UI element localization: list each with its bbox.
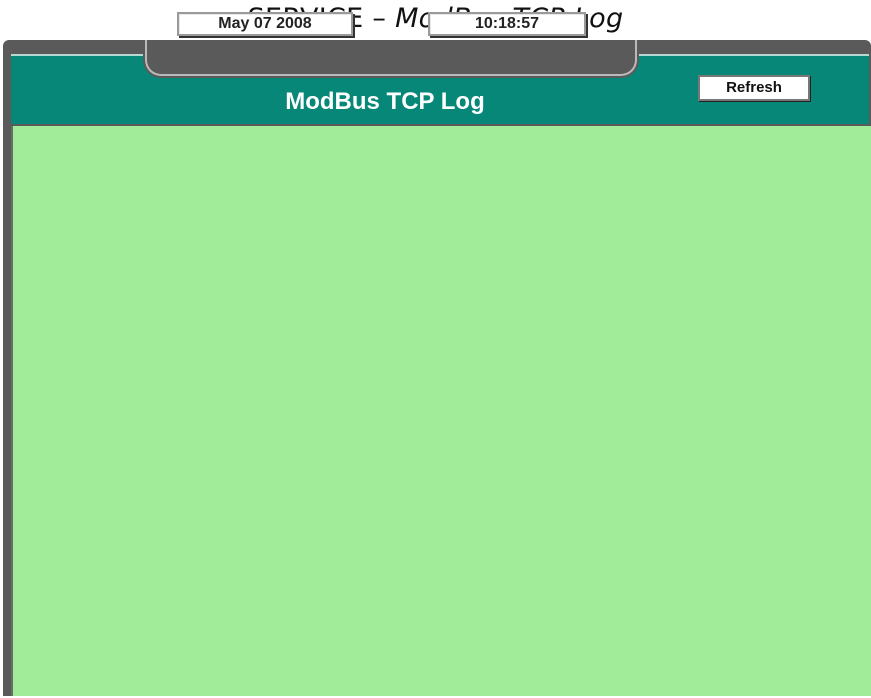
log-area	[11, 126, 871, 696]
refresh-button[interactable]: Refresh	[698, 75, 810, 101]
date-display: May 07 2008	[177, 12, 353, 36]
time-display: 10:18:57	[428, 12, 586, 36]
datetime-tab	[143, 40, 639, 78]
screen-title: ModBus TCP Log	[285, 88, 485, 115]
